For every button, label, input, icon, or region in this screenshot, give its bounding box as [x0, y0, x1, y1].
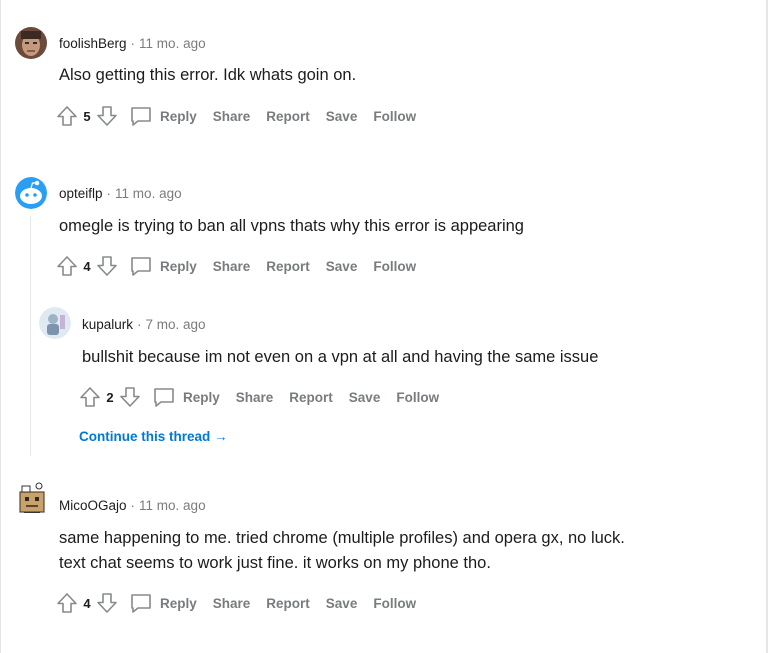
downvote-icon[interactable] — [95, 591, 119, 615]
comment-meta: kupalurk · 7 mo. ago — [82, 317, 206, 332]
report-button[interactable]: Report — [266, 259, 310, 274]
reply-button[interactable]: Reply — [129, 591, 197, 615]
vote-score: 4 — [83, 258, 91, 274]
downvote-icon[interactable] — [118, 385, 142, 409]
comment-actions: 5 Reply Share Report Save Follow — [55, 103, 416, 129]
author-name[interactable]: kupalurk — [82, 317, 133, 332]
comment-line: text chat seems to work just fine. it wo… — [59, 554, 491, 572]
reply-label: Reply — [160, 258, 197, 274]
comment-actions: 4 Reply Share Report Save Follow — [55, 253, 416, 279]
timestamp[interactable]: 11 mo. ago — [139, 498, 206, 513]
avatar[interactable] — [15, 177, 47, 209]
reply-label: Reply — [183, 389, 220, 405]
user-photo-icon — [39, 307, 71, 339]
upvote-icon[interactable] — [55, 254, 79, 278]
follow-button[interactable]: Follow — [396, 390, 439, 405]
meta-separator: · — [130, 498, 136, 513]
comment-bubble-icon — [129, 254, 155, 278]
comment-body: Also getting this error. Idk whats goin … — [59, 63, 356, 88]
comment-body: omegle is trying to ban all vpns thats w… — [59, 214, 524, 239]
comment-line: omegle is trying to ban all vpns thats w… — [59, 217, 524, 235]
reply-button[interactable]: Reply — [129, 104, 197, 128]
continue-thread-link[interactable]: Continue this thread → — [79, 429, 228, 444]
comment-body: bullshit because im not even on a vpn at… — [82, 345, 598, 370]
downvote-icon[interactable] — [95, 254, 119, 278]
comment-bubble-icon — [152, 385, 178, 409]
reply-button[interactable]: Reply — [129, 254, 197, 278]
avatar[interactable] — [39, 307, 71, 339]
share-button[interactable]: Share — [213, 109, 251, 124]
follow-button[interactable]: Follow — [373, 109, 416, 124]
meta-separator: · — [137, 317, 142, 332]
comment-bubble-icon — [129, 104, 155, 128]
timestamp[interactable]: 7 mo. ago — [146, 317, 206, 332]
meta-separator: · — [130, 36, 136, 51]
comment-meta: opteiflp · 11 mo. ago — [59, 186, 182, 201]
share-button[interactable]: Share — [213, 596, 251, 611]
comment-actions: 2 Reply Share Report Save Follow — [78, 384, 439, 410]
frame-left-border — [0, 0, 1, 653]
user-photo-icon — [15, 27, 47, 59]
save-button[interactable]: Save — [326, 109, 358, 124]
avatar[interactable] — [15, 27, 47, 59]
comment-line: same happening to me. tried chrome (mult… — [59, 529, 625, 547]
report-button[interactable]: Report — [266, 109, 310, 124]
upvote-icon[interactable] — [55, 104, 79, 128]
save-button[interactable]: Save — [326, 596, 358, 611]
reply-label: Reply — [160, 108, 197, 124]
comment-actions: 4 Reply Share Report Save Follow — [55, 590, 416, 616]
follow-button[interactable]: Follow — [373, 596, 416, 611]
reply-button[interactable]: Reply — [152, 385, 220, 409]
vote-score: 2 — [106, 389, 114, 405]
vote-score: 5 — [83, 108, 91, 124]
timestamp[interactable]: 11 mo. ago — [139, 36, 206, 51]
vote-score: 4 — [83, 595, 91, 611]
share-button[interactable]: Share — [236, 390, 274, 405]
comment-meta: MicoOGajo · 11 mo. ago — [59, 498, 206, 513]
thread-line[interactable] — [30, 216, 31, 456]
author-name[interactable]: opteiflp — [59, 186, 103, 201]
comment-line: Also getting this error. Idk whats goin … — [59, 66, 357, 84]
report-button[interactable]: Report — [266, 596, 310, 611]
arrow-right-icon: → — [214, 429, 228, 444]
comment-body: same happening to me. tried chrome (mult… — [59, 526, 625, 576]
save-button[interactable]: Save — [349, 390, 381, 405]
report-button[interactable]: Report — [289, 390, 333, 405]
save-button[interactable]: Save — [326, 259, 358, 274]
comment-meta: foolishBerg · 11 mo. ago — [59, 36, 206, 51]
author-name[interactable]: MicoOGajo — [59, 498, 127, 513]
comment-line: bullshit because im not even on a vpn at… — [82, 348, 599, 366]
downvote-icon[interactable] — [95, 104, 119, 128]
upvote-icon[interactable] — [55, 591, 79, 615]
reply-label: Reply — [160, 595, 197, 611]
avatar[interactable] — [15, 481, 47, 513]
box-robot-avatar-icon — [19, 482, 45, 513]
meta-separator: · — [106, 186, 112, 201]
timestamp[interactable]: 11 mo. ago — [115, 186, 182, 201]
comment-bubble-icon — [129, 591, 155, 615]
follow-button[interactable]: Follow — [373, 259, 416, 274]
upvote-icon[interactable] — [78, 385, 102, 409]
continue-thread-label: Continue this thread — [79, 429, 211, 444]
snoo-avatar-icon — [15, 177, 47, 209]
author-name[interactable]: foolishBerg — [59, 36, 127, 51]
share-button[interactable]: Share — [213, 259, 251, 274]
